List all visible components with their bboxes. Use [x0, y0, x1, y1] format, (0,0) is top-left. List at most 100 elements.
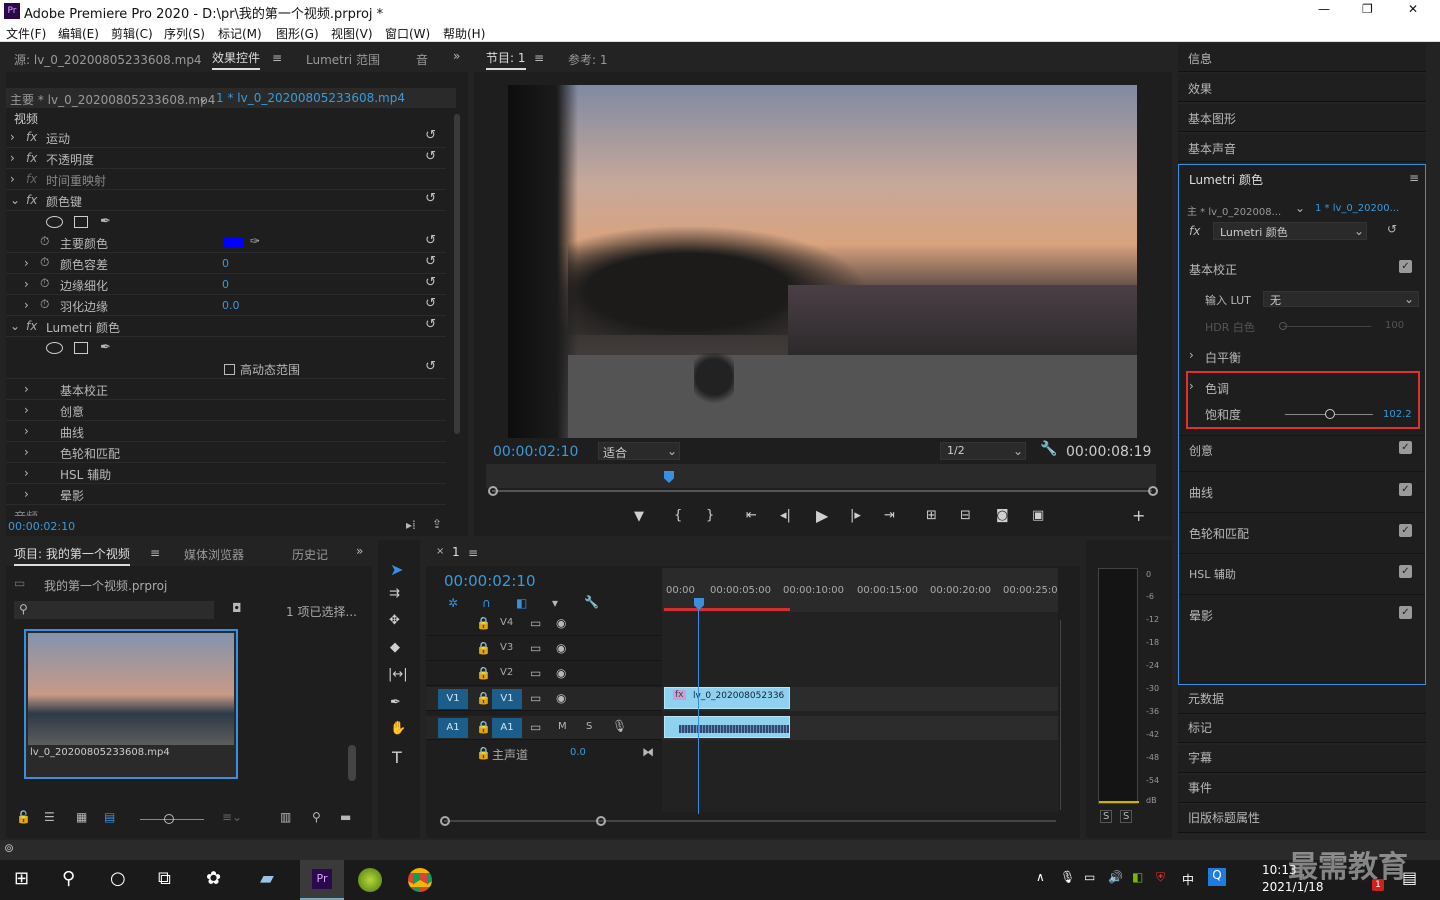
slip-tool-icon[interactable]: |↔| — [388, 667, 408, 682]
section-creative[interactable]: 创意 ✓ — [1179, 435, 1425, 471]
stopwatch-icon[interactable]: ⏱ — [40, 234, 49, 249]
lumetri-clip-label[interactable]: 1 * lv_0_20200... — [1315, 203, 1399, 214]
time-ruler[interactable]: 00:00 00:00:05:00 00:00:10:00 00:00:15:0… — [662, 568, 1058, 612]
type-tool-icon[interactable]: T — [392, 748, 402, 767]
export-icon[interactable]: ⇪ — [432, 517, 442, 531]
freeform-view-icon[interactable]: ▤ — [104, 810, 115, 824]
step-forward-icon[interactable]: |▸ — [850, 508, 861, 523]
reset-icon[interactable]: ↺ — [425, 191, 436, 206]
add-marker-icon[interactable]: ▾ — [552, 596, 558, 610]
saturation-value[interactable]: 102.2 — [1383, 409, 1412, 420]
minimize-button[interactable]: — — [1318, 2, 1330, 16]
reset-icon[interactable]: ↺ — [425, 317, 436, 332]
chevron-right-icon[interactable]: › — [1189, 379, 1194, 393]
notification-badge[interactable]: 1 — [1372, 879, 1384, 891]
hand-tool-icon[interactable]: ✋ — [390, 721, 406, 736]
task-view-icon[interactable]: ⧉ — [158, 868, 171, 889]
program-scrubber[interactable] — [486, 464, 1156, 488]
panel-menu-icon[interactable]: ≡ — [468, 546, 478, 560]
video-clip[interactable]: fx lv_0_202008052336 — [664, 687, 790, 709]
ime-indicator[interactable]: 中 — [1182, 871, 1194, 888]
program-timecode[interactable]: 00:00:02:10 — [493, 444, 578, 460]
menu-window[interactable]: 窗口(W) — [385, 25, 430, 42]
effect-row[interactable]: › fx 运动 ↺ — [6, 128, 446, 148]
work-area-bar[interactable] — [664, 608, 790, 611]
list-view-icon[interactable]: ☰ — [44, 810, 55, 824]
panel-menu-icon[interactable]: ≡ — [534, 51, 544, 65]
tray-chevron-icon[interactable]: ∧ — [1036, 870, 1045, 884]
stopwatch-icon[interactable]: ⏱ — [40, 297, 49, 312]
close-icon[interactable]: × — [436, 546, 444, 557]
zoom-handle-left[interactable] — [488, 486, 498, 496]
tab-reference[interactable]: 参考: 1 — [568, 51, 608, 68]
reset-icon[interactable]: ↺ — [425, 254, 436, 269]
saturation-handle[interactable] — [1325, 409, 1335, 419]
panel-essential-graphics[interactable]: 基本图形 — [1178, 104, 1426, 132]
master-clip-label[interactable]: 主要 * lv_0_20200805233608.mp4 — [10, 91, 215, 108]
lumetri-sub-row[interactable]: › 创意 — [6, 401, 446, 421]
chevron-down-icon[interactable]: ⌄ — [1295, 201, 1305, 215]
track-v1[interactable]: V1 🔒 V1 ▭ ◉ — [426, 687, 662, 711]
tab-project[interactable]: 项目: 我的第一个视频 — [14, 545, 130, 566]
wrench-icon[interactable]: 🔧 — [1040, 441, 1057, 457]
new-bin-folder-icon[interactable]: ▬ — [340, 810, 351, 824]
reset-icon[interactable]: ↺ — [425, 149, 436, 164]
track-v2[interactable]: 🔒 V2 ▭ ◉ — [426, 662, 662, 686]
ellipse-mask-icon[interactable] — [46, 342, 63, 354]
menu-view[interactable]: 视图(V) — [331, 25, 373, 42]
track-lanes[interactable]: fx lv_0_202008052336 — [662, 612, 1058, 812]
hdr-row[interactable]: 高动态范围 ↺ — [6, 359, 446, 379]
effect-row[interactable]: ⌄ fx Lumetri 颜色 ↺ — [6, 317, 446, 337]
reset-icon[interactable]: ↺ — [425, 128, 436, 143]
menu-marker[interactable]: 标记(M) — [218, 25, 262, 42]
param-row[interactable]: › ⏱ 颜色容差 0 ↺ — [6, 254, 446, 274]
search-icon[interactable]: ⚲ — [62, 868, 75, 889]
lumetri-sub-row[interactable]: › 色轮和匹配 — [6, 443, 446, 463]
video-frame[interactable] — [508, 85, 1137, 438]
panel-menu-icon[interactable]: ≡ — [150, 546, 160, 560]
add-button-icon[interactable]: + — [1132, 506, 1145, 525]
lumetri-effect-dropdown[interactable]: Lumetri 颜色 ⌄ — [1213, 222, 1367, 240]
stopwatch-icon[interactable]: ⏱ — [40, 276, 49, 291]
solo-left-button[interactable]: S — [1100, 810, 1113, 823]
track-v4[interactable]: 🔒 V4 ▭ ◉ — [426, 612, 662, 636]
input-lut-dropdown[interactable]: 无 ⌄ — [1263, 291, 1419, 307]
menu-clip[interactable]: 剪辑(C) — [111, 25, 153, 42]
timeline-vscroll[interactable] — [1060, 620, 1068, 810]
track-select-tool-icon[interactable]: ⇉ — [389, 586, 400, 601]
mic-tray-icon[interactable]: 🎙 — [1060, 870, 1075, 884]
fit-dropdown[interactable]: 适合 ⌄ — [598, 442, 680, 460]
mark-in-icon[interactable]: { — [674, 508, 682, 523]
section-color-wheels[interactable]: 色轮和匹配 ✓ — [1179, 512, 1425, 553]
chrome-icon[interactable] — [408, 868, 432, 892]
camera-icon[interactable]: ◙ — [996, 508, 1009, 523]
tab-audio[interactable]: 音 — [416, 51, 428, 68]
track-a1[interactable]: A1 🔒 A1 ▭ M S 🎙 — [426, 716, 662, 740]
tab-lumetri-scope[interactable]: Lumetri 范围 — [306, 51, 380, 68]
chevron-down-icon[interactable]: ⌄ — [198, 91, 208, 105]
tab-sequence[interactable]: 1 — [452, 545, 460, 559]
tab-source[interactable]: 源: lv_0_20200805233608.mp4 — [14, 51, 202, 68]
panel-essential-sound[interactable]: 基本声音 — [1178, 134, 1426, 162]
add-marker-icon[interactable]: ▼ — [634, 509, 644, 524]
reset-icon[interactable]: ↺ — [425, 296, 436, 311]
reset-icon[interactable]: ↺ — [425, 275, 436, 290]
new-bin-icon[interactable]: ◘ — [232, 601, 242, 615]
fx-icon[interactable]: fx — [26, 130, 37, 144]
zoom-slider-handle[interactable] — [164, 814, 174, 824]
track-v3[interactable]: 🔒 V3 ▭ ◉ — [426, 637, 662, 661]
tab-history[interactable]: 历史记 — [292, 546, 328, 563]
menu-graphics[interactable]: 图形(G) — [276, 25, 319, 42]
track-master[interactable]: 🔒 主声道 0.0 ⧓ — [426, 742, 662, 766]
lock-icon[interactable]: 🔓 — [16, 810, 31, 824]
menu-file[interactable]: 文件(F) — [6, 25, 46, 42]
panel-menu-icon[interactable]: ≡ — [272, 51, 282, 65]
mark-out-icon[interactable]: } — [706, 508, 714, 523]
overflow-icon[interactable]: » — [453, 49, 460, 63]
stopwatch-icon[interactable]: ⏱ — [40, 255, 49, 270]
nvidia-icon[interactable]: ◧ — [1132, 870, 1143, 884]
linked-select-icon[interactable]: ∩ — [482, 596, 491, 610]
project-search-input[interactable]: ⚲ — [14, 601, 214, 619]
tab-program[interactable]: 节目: 1 — [486, 49, 526, 70]
pen-mask-icon[interactable]: ✒ — [100, 214, 111, 229]
